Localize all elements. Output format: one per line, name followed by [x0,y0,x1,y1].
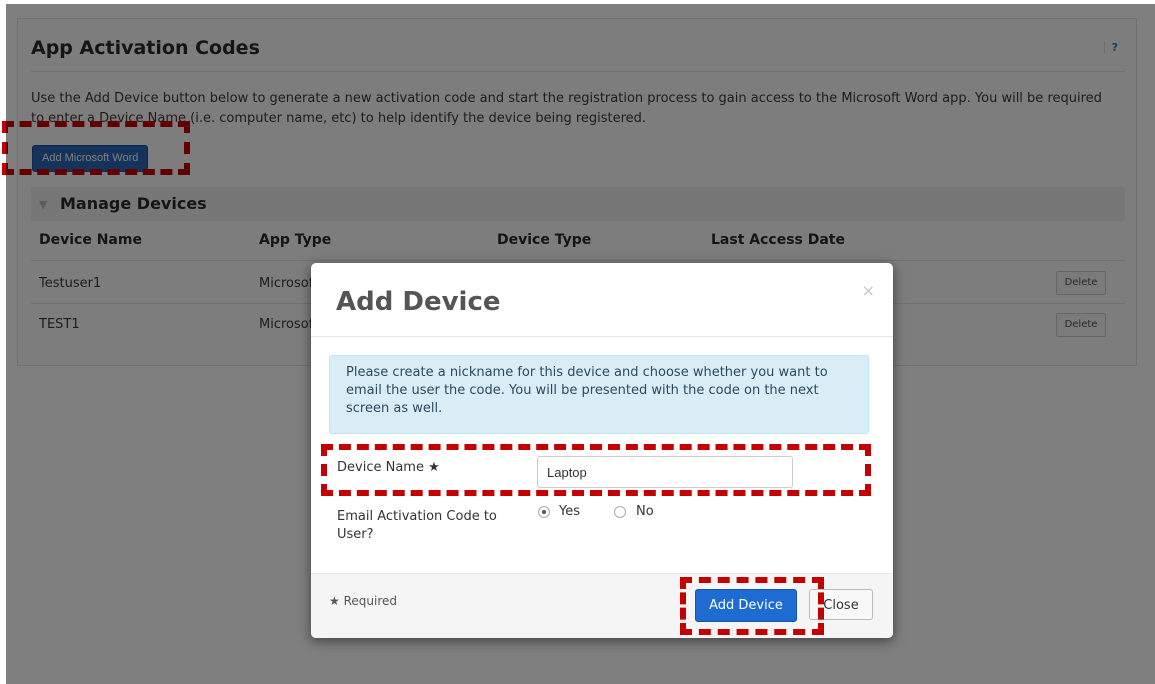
radio-no[interactable] [614,506,626,518]
highlight-device-name [321,444,871,496]
required-note-text: Required [343,594,398,608]
radio-yes-label[interactable]: Yes [559,504,580,519]
required-note: ★ Required [329,594,397,608]
modal-title: Add Device [336,287,501,317]
required-star-icon: ★ [329,594,340,608]
highlight-add-device [680,577,824,635]
modal-header-divider [311,336,893,337]
radio-no-label[interactable]: No [636,504,654,519]
radio-yes[interactable] [538,506,550,518]
info-alert: Please create a nickname for this device… [329,355,869,434]
email-activation-label: Email Activation Code to User? [337,509,497,542]
close-icon[interactable]: × [862,281,875,300]
